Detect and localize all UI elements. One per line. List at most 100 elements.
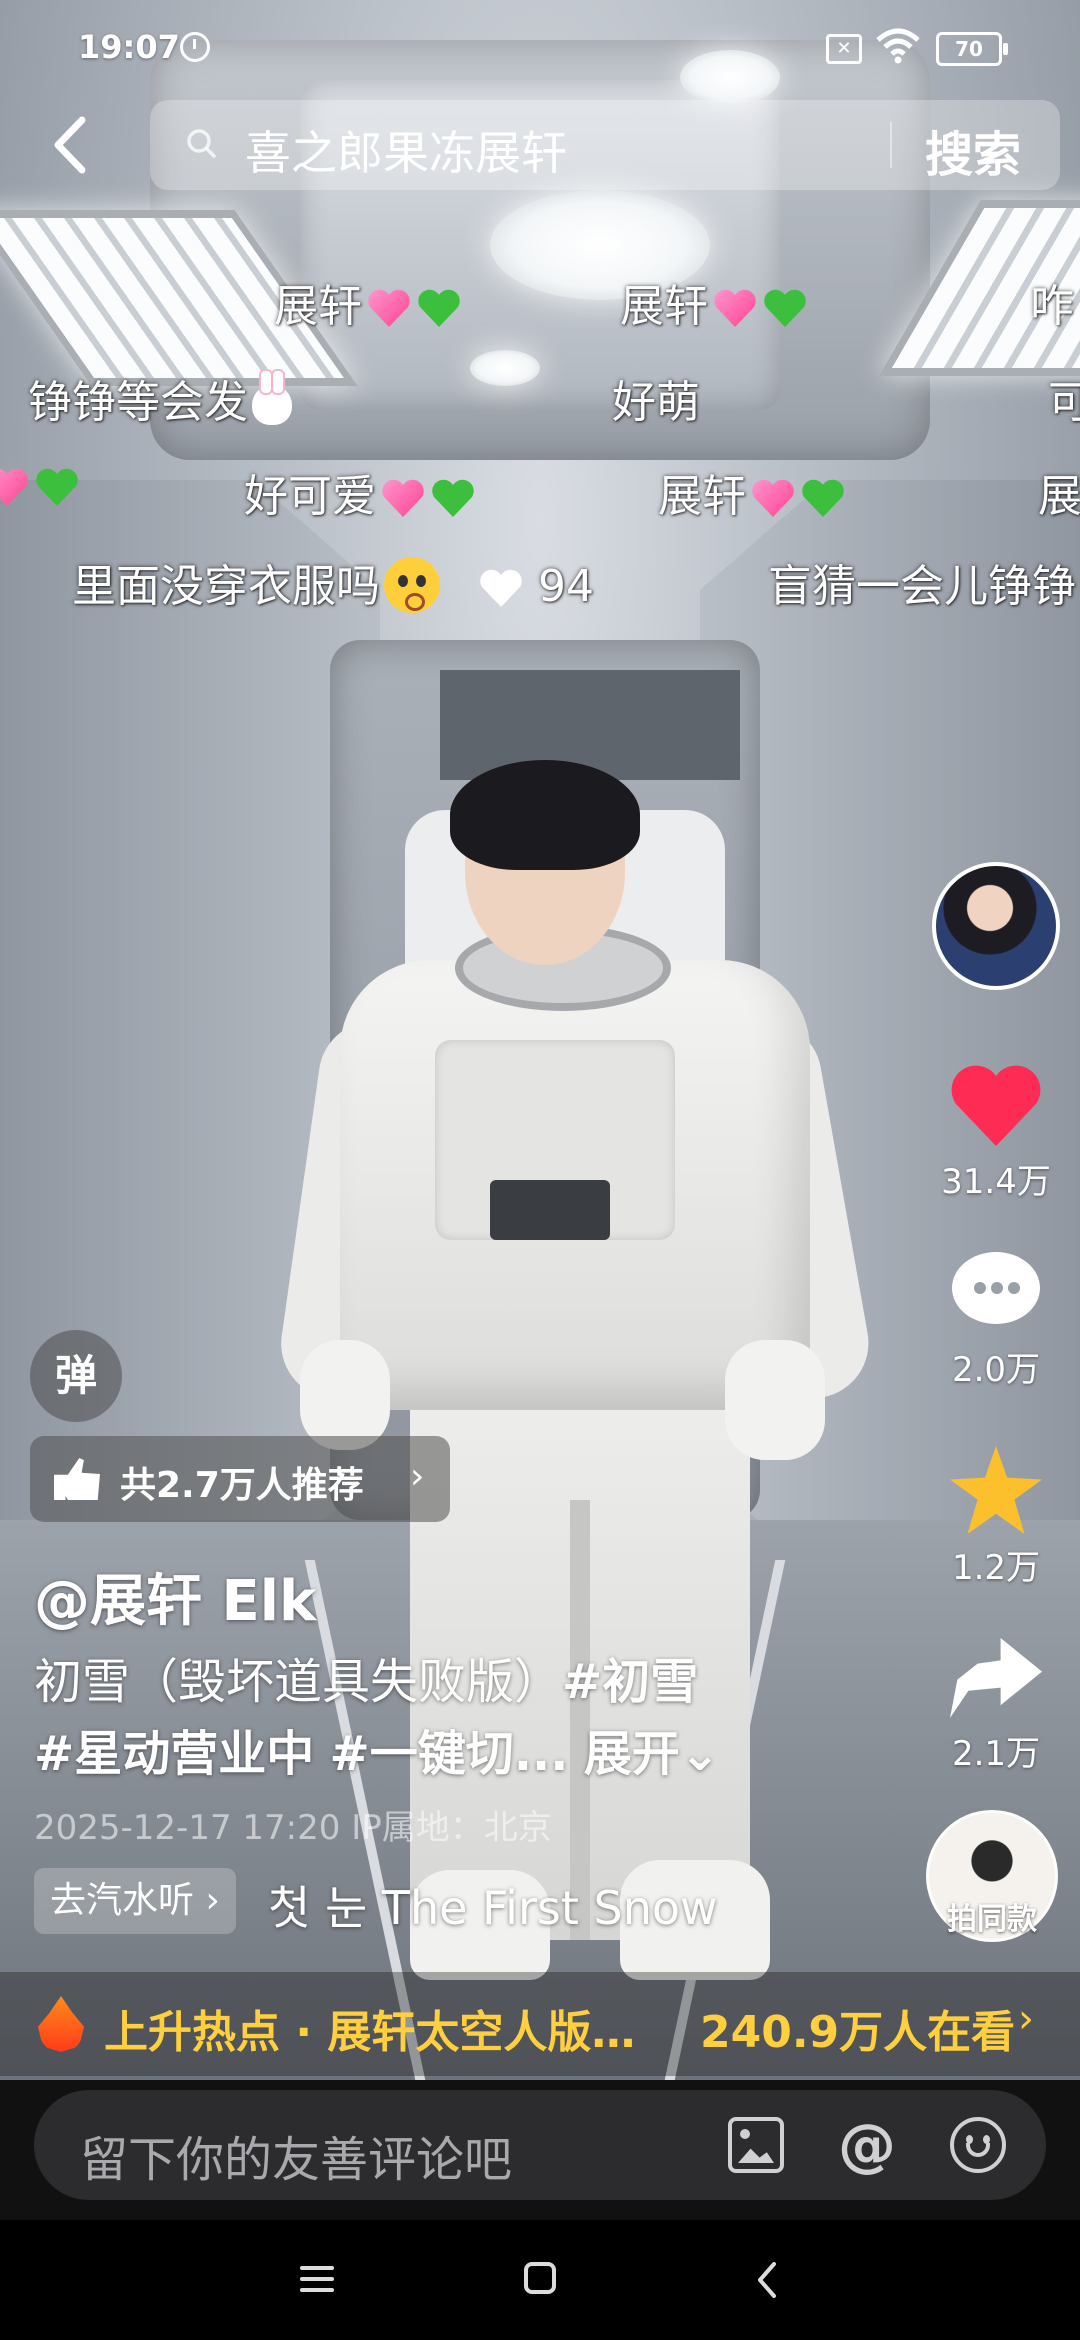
danmaku-item[interactable]: 好萌 — [612, 366, 700, 430]
danmaku-item[interactable]: 里面没穿衣服吗 94 — [72, 550, 594, 614]
share-arrow-icon — [950, 1638, 1042, 1718]
comment-input[interactable]: 留下你的友善评论吧 @ — [34, 2090, 1046, 2200]
danmaku-item[interactable]: 盲猜一会儿铮铮 — [768, 550, 1076, 614]
share-count: 2.1万 — [951, 1734, 1041, 1774]
recommend-text: 共2.7万人推荐 — [120, 1465, 364, 1506]
comment-bar: 留下你的友善评论吧 @ — [0, 2080, 1080, 2220]
fire-icon — [38, 1996, 84, 2052]
post-meta: 2025-12-17 17:20 IP属地：北京 — [34, 1800, 552, 1849]
system-nav-bar — [0, 2220, 1080, 2340]
danmaku-item[interactable] — [0, 460, 80, 511]
astronaut-glove — [300, 1340, 390, 1450]
post-timestamp: 2025-12-17 17:20 — [34, 1808, 341, 1848]
comment-button[interactable]: 2.0万 — [936, 1252, 1056, 1391]
green-heart-icon — [416, 287, 462, 329]
danmaku-like-icon[interactable] — [478, 567, 524, 609]
image-icon[interactable] — [728, 2117, 784, 2173]
video-description: 初雪（毁坏道具失败版）#初雪 #星动营业中 #一键切... 展开⌄ — [34, 1646, 854, 1790]
same-style-label[interactable]: 拍同款 — [930, 1894, 1054, 1938]
search-bar[interactable]: 喜之郎果冻展轩 搜索 — [150, 100, 1060, 190]
danmaku-text: 好萌 — [612, 377, 700, 428]
expand-button[interactable]: 展开⌄ — [584, 1726, 720, 1782]
danmaku-item[interactable]: 展轩 — [274, 270, 462, 334]
open-in-music-app-button[interactable]: 去汽水听 › — [34, 1868, 236, 1934]
comment-placeholder: 留下你的友善评论吧 — [80, 2132, 513, 2188]
home-button[interactable] — [524, 2262, 556, 2294]
chevron-right-icon: › — [1018, 1996, 1034, 2042]
danmaku-text: 咋 — [1030, 281, 1074, 332]
back-button[interactable] — [42, 110, 102, 180]
system-back-button[interactable] — [752, 2260, 782, 2300]
danmaku-text: 可 — [1048, 377, 1080, 428]
back-arrow-icon — [54, 116, 86, 174]
star-icon — [950, 1446, 1042, 1534]
thumbs-up-icon — [54, 1458, 100, 1500]
hashtag-link[interactable]: #初雪 — [562, 1654, 698, 1710]
hot-viewer-count: 240.9万人在看 — [700, 2007, 1016, 2058]
favorite-button[interactable]: 1.2万 — [936, 1446, 1056, 1589]
music-title[interactable]: 첫 눈 The First Snow — [268, 1872, 718, 1938]
danmaku-text: 展 — [1038, 471, 1080, 522]
door-window — [590, 670, 740, 780]
green-heart-icon — [800, 477, 846, 519]
flushed-face-icon — [384, 557, 440, 613]
sparkling-heart-icon — [0, 466, 30, 508]
search-divider — [890, 122, 892, 168]
green-heart-icon — [430, 477, 476, 519]
hashtag-link[interactable]: #一键切... — [330, 1726, 569, 1782]
danmaku-text: 盲猜一会儿铮铮 — [768, 561, 1076, 612]
like-count: 31.4万 — [941, 1162, 1051, 1202]
danmaku-item[interactable]: 展轩 — [620, 270, 808, 334]
status-time: 19:07 — [78, 28, 180, 66]
chevron-down-icon: ⌄ — [679, 1726, 720, 1782]
search-button[interactable]: 搜索 — [925, 115, 1021, 185]
hot-topic-text: 上升热点 · 展轩太空人版… — [104, 2007, 636, 2058]
comment-count: 2.0万 — [951, 1350, 1041, 1390]
like-button[interactable]: 31.4万 — [936, 1062, 1056, 1203]
green-heart-icon — [34, 466, 80, 508]
sparkling-heart-icon — [380, 477, 426, 519]
danmaku-toggle-button[interactable]: 弹 — [30, 1330, 122, 1422]
chevron-right-icon: › — [410, 1456, 425, 1497]
ceiling-light — [470, 350, 540, 386]
share-button[interactable]: 2.1万 — [936, 1638, 1056, 1775]
danmaku-item[interactable]: 好可爱 — [244, 460, 476, 524]
danmaku-text: 好可爱 — [244, 471, 376, 522]
danmaku-text: 展轩 — [620, 281, 708, 332]
danmaku-like-count: 94 — [538, 561, 594, 612]
battery-icon: 70 — [936, 32, 1008, 66]
search-icon — [187, 129, 216, 158]
recommend-banner[interactable]: 共2.7万人推荐 › — [30, 1436, 450, 1522]
danmaku-text: 铮铮等会发 — [28, 377, 248, 428]
sparkling-heart-icon — [750, 477, 796, 519]
hot-topic-bar[interactable]: 上升热点 · 展轩太空人版… 240.9万人在看 › — [0, 1972, 1080, 2076]
search-query[interactable]: 喜之郎果冻展轩 — [245, 117, 567, 183]
danmaku-text: 展轩 — [658, 471, 746, 522]
astronaut-hair — [450, 760, 640, 870]
description-text: 初雪（毁坏道具失败版） — [34, 1654, 563, 1710]
recent-apps-button[interactable] — [300, 2266, 334, 2292]
danmaku-text: 展轩 — [274, 281, 362, 332]
alarm-icon — [180, 32, 210, 62]
green-heart-icon — [762, 287, 808, 329]
wifi-icon — [876, 28, 920, 64]
ip-location: IP属地：北京 — [351, 1808, 552, 1848]
favorite-count: 1.2万 — [951, 1548, 1041, 1588]
astronaut-glove — [725, 1340, 825, 1460]
author-name[interactable]: @展轩 Elk — [34, 1556, 316, 1637]
danmaku-item[interactable]: 铮铮等会发 — [28, 366, 292, 430]
sparkling-heart-icon — [712, 287, 758, 329]
danmaku-item[interactable]: 咋 — [1030, 270, 1074, 334]
sim-off-icon: ✕ — [826, 34, 862, 64]
hashtag-link[interactable]: #星动营业中 — [34, 1726, 314, 1782]
sparkling-heart-icon — [366, 287, 412, 329]
author-avatar[interactable] — [932, 862, 1060, 990]
danmaku-text: 里面没穿衣服吗 — [72, 561, 380, 612]
rabbit-icon — [252, 369, 292, 425]
astronaut-control-panel — [490, 1180, 610, 1240]
danmaku-item[interactable]: 展轩 — [658, 460, 846, 524]
danmaku-item[interactable]: 可 — [1048, 366, 1080, 430]
mention-icon[interactable]: @ — [838, 2116, 896, 2174]
danmaku-item[interactable]: 展 — [1038, 460, 1080, 524]
emoji-icon[interactable] — [950, 2117, 1006, 2173]
